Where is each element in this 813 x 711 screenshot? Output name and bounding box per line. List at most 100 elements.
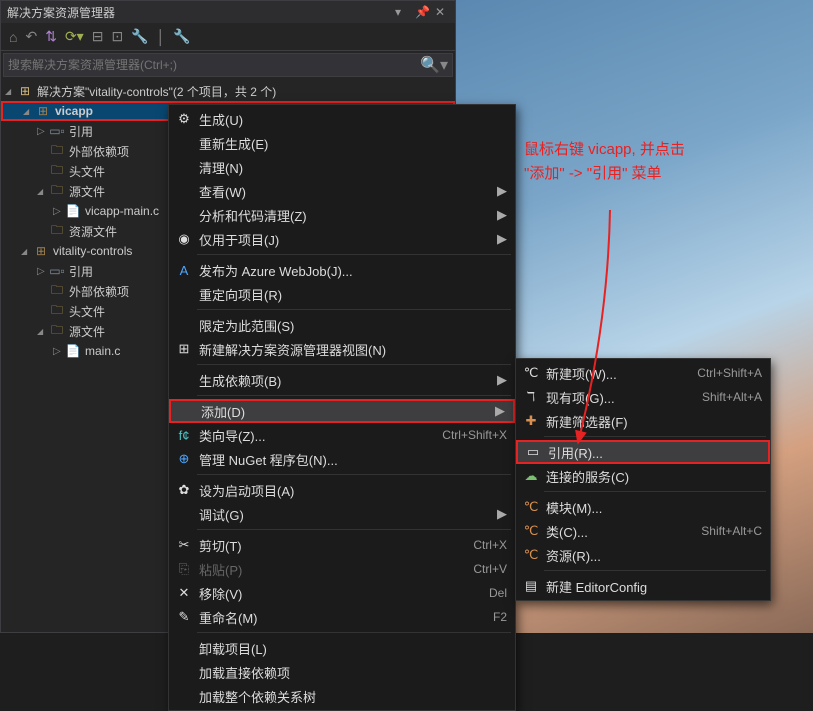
menu-item-icon: ⎘	[173, 561, 195, 577]
wrench-icon[interactable]: 🔧	[171, 26, 192, 47]
menu-item-icon: ⊕	[173, 451, 195, 467]
folder-icon: 🗀	[49, 143, 65, 159]
menu-item[interactable]: 卸载项目(L)	[169, 636, 515, 660]
references-icon: ▭▫	[49, 263, 65, 279]
showall-icon[interactable]: ⊡	[109, 26, 125, 47]
context-menu-add: ℃新建项(W)...Ctrl+Shift+Aℸ现有项(G)...Shift+Al…	[515, 358, 771, 601]
properties-icon[interactable]: 🔧	[129, 26, 150, 47]
project-icon: ⊞	[33, 243, 49, 259]
dropdown-icon[interactable]: ▾	[395, 5, 409, 19]
menu-item-icon: ▤	[520, 578, 542, 594]
menu-item[interactable]: 添加(D)▶	[169, 399, 515, 423]
panel-titlebar: 解决方案资源管理器 ▾ 📌 ✕	[1, 1, 455, 23]
menu-item-label: 卸载项目(L)	[195, 639, 507, 658]
context-menu-main: ⚙生成(U)重新生成(E)清理(N)查看(W)▶分析和代码清理(Z)▶◉仅用于项…	[168, 104, 516, 711]
close-icon[interactable]: ✕	[435, 5, 449, 19]
menu-item[interactable]: ▤新建 EditorConfig	[516, 574, 770, 598]
file-c-icon: 📄	[65, 203, 81, 219]
divider: │	[155, 27, 168, 47]
menu-item-icon: ℃	[520, 547, 542, 563]
menu-item[interactable]: 限定为此范围(S)	[169, 313, 515, 337]
menu-item[interactable]: 查看(W)▶	[169, 179, 515, 203]
menu-item-label: 发布为 Azure WebJob(J)...	[195, 261, 507, 280]
collapse-icon[interactable]: ⊟	[90, 26, 106, 47]
solution-node[interactable]: ⊞ 解决方案"vitality-controls"(2 个项目，共 2 个)	[1, 81, 455, 101]
menu-shortcut: Shift+Alt+A	[702, 390, 762, 404]
menu-item[interactable]: ◉仅用于项目(J)▶	[169, 227, 515, 251]
menu-item[interactable]: 调试(G)▶	[169, 502, 515, 526]
submenu-arrow-icon: ▶	[493, 403, 505, 419]
menu-item-label: 分析和代码清理(Z)	[195, 206, 495, 225]
back-icon[interactable]: ↶	[23, 26, 39, 47]
menu-item[interactable]: ✿设为启动项目(A)	[169, 478, 515, 502]
menu-separator	[197, 529, 511, 530]
menu-item[interactable]: ℸ现有项(G)...Shift+Alt+A	[516, 385, 770, 409]
menu-item-label: 新建 EditorConfig	[542, 577, 762, 596]
menu-item-label: 类(C)...	[542, 522, 701, 541]
annotation-text: 鼠标右键 vicapp, 并点击 "添加" -> "引用" 菜单	[524, 138, 685, 186]
menu-item[interactable]: 清理(N)	[169, 155, 515, 179]
menu-item-icon: ▭	[522, 444, 544, 460]
menu-item[interactable]: ℃类(C)...Shift+Alt+C	[516, 519, 770, 543]
menu-item[interactable]: 重新生成(E)	[169, 131, 515, 155]
folder-icon: 🗀	[49, 223, 65, 239]
menu-shortcut: Ctrl+X	[473, 538, 507, 552]
menu-shortcut: F2	[493, 610, 507, 624]
menu-item[interactable]: 重定向项目(R)	[169, 282, 515, 306]
menu-item[interactable]: ℃模块(M)...	[516, 495, 770, 519]
menu-item[interactable]: 分析和代码清理(Z)▶	[169, 203, 515, 227]
menu-item-label: 引用(R)...	[544, 443, 760, 462]
menu-shortcut: Ctrl+V	[473, 562, 507, 576]
menu-item-label: 管理 NuGet 程序包(N)...	[195, 450, 507, 469]
panel-toolbar: ⌂ ↶ ⇅ ⟳▾ ⊟ ⊡ 🔧 │ 🔧	[1, 23, 455, 51]
menu-separator	[197, 364, 511, 365]
menu-item-icon: ✎	[173, 609, 195, 625]
menu-item-label: 类向导(Z)...	[195, 426, 442, 445]
home-icon[interactable]: ⌂	[7, 27, 19, 47]
menu-item[interactable]: f¢类向导(Z)...Ctrl+Shift+X	[169, 423, 515, 447]
sync-icon[interactable]: ⇅	[43, 26, 59, 47]
menu-item-label: 调试(G)	[195, 505, 495, 524]
menu-item[interactable]: ⊞新建解决方案资源管理器视图(N)	[169, 337, 515, 361]
menu-item-label: 清理(N)	[195, 158, 507, 177]
menu-item-icon: f¢	[173, 428, 195, 443]
menu-item[interactable]: ✕移除(V)Del	[169, 581, 515, 605]
menu-item-label: 粘贴(P)	[195, 560, 473, 579]
menu-item[interactable]: ⊕管理 NuGet 程序包(N)...	[169, 447, 515, 471]
menu-separator	[544, 491, 766, 492]
menu-item-label: 重定向项目(R)	[195, 285, 507, 304]
search-box[interactable]: 🔍▾	[3, 53, 453, 77]
menu-item-label: 设为启动项目(A)	[195, 481, 507, 500]
menu-item-label: 加载直接依赖项	[195, 663, 507, 682]
menu-item[interactable]: ✂剪切(T)Ctrl+X	[169, 533, 515, 557]
menu-item[interactable]: ℃新建项(W)...Ctrl+Shift+A	[516, 361, 770, 385]
menu-item[interactable]: ℃资源(R)...	[516, 543, 770, 567]
menu-item-label: 重命名(M)	[195, 608, 493, 627]
submenu-arrow-icon: ▶	[495, 506, 507, 522]
menu-item-label: 仅用于项目(J)	[195, 230, 495, 249]
menu-separator	[544, 570, 766, 571]
menu-item[interactable]: A发布为 Azure WebJob(J)...	[169, 258, 515, 282]
project-icon: ⊞	[35, 103, 51, 119]
menu-item-label: 添加(D)	[197, 402, 493, 421]
menu-item-label: 移除(V)	[195, 584, 489, 603]
folder-icon: 🗀	[49, 283, 65, 299]
menu-item-icon: ⚙	[173, 111, 195, 127]
menu-item-label: 新建解决方案资源管理器视图(N)	[195, 340, 507, 359]
menu-item-label: 现有项(G)...	[542, 388, 702, 407]
menu-item[interactable]: ▭引用(R)...	[516, 440, 770, 464]
menu-item[interactable]: ⚙生成(U)	[169, 107, 515, 131]
menu-item[interactable]: ☁连接的服务(C)	[516, 464, 770, 488]
menu-item[interactable]: ✚新建筛选器(F)	[516, 409, 770, 433]
menu-item-label: 新建筛选器(F)	[542, 412, 762, 431]
refresh-icon[interactable]: ⟳▾	[63, 26, 86, 47]
menu-item[interactable]: ✎重命名(M)F2	[169, 605, 515, 629]
menu-item[interactable]: 加载整个依赖关系树	[169, 684, 515, 708]
pin-icon[interactable]: 📌	[415, 5, 429, 19]
search-icon[interactable]: 🔍▾	[420, 55, 448, 75]
menu-item-icon: ✚	[520, 413, 542, 429]
menu-item[interactable]: 生成依赖项(B)▶	[169, 368, 515, 392]
menu-item-label: 加载整个依赖关系树	[195, 687, 507, 706]
menu-item[interactable]: 加载直接依赖项	[169, 660, 515, 684]
search-input[interactable]	[8, 58, 420, 72]
